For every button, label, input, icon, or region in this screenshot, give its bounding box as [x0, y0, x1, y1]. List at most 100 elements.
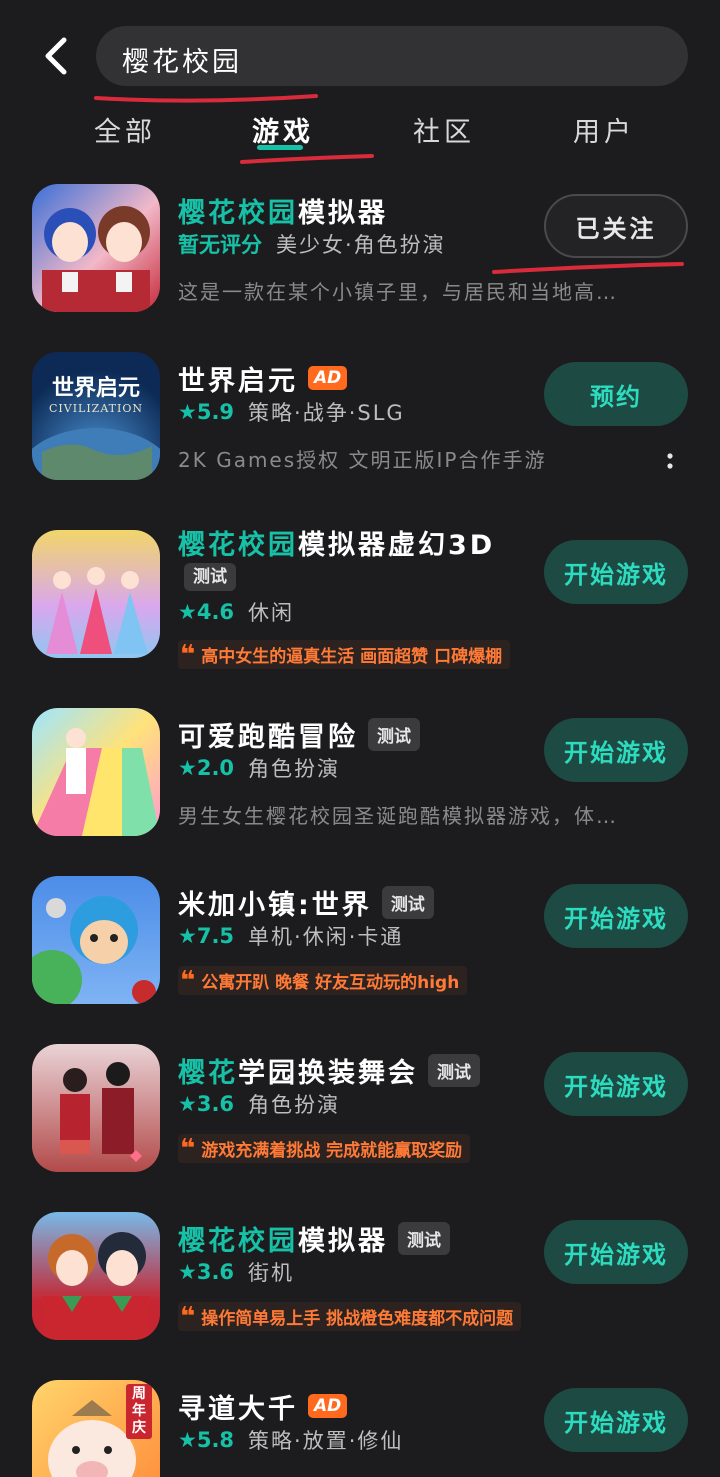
- item-title-line: 世界启元 AD: [178, 358, 348, 398]
- start-game-button[interactable]: 开始游戏: [544, 1388, 688, 1452]
- item-tags: 休闲: [248, 601, 295, 625]
- item-title: 樱花校园模拟器虚幻3D: [178, 523, 495, 562]
- ad-badge: AD: [308, 366, 348, 390]
- rating: ★4.6: [178, 600, 235, 624]
- back-arrow-icon[interactable]: [38, 36, 78, 76]
- tab-community[interactable]: 社区: [413, 110, 475, 149]
- quote-icon: ❝: [180, 965, 196, 996]
- title-highlight: 樱花: [178, 1057, 238, 1089]
- item-meta: 暂无评分 美少女·角色扮演: [178, 228, 446, 260]
- item-title-line: 樱花校园模拟器 测试: [178, 1218, 450, 1258]
- rating: ★7.5: [178, 924, 235, 948]
- title-highlight: 樱花校园: [178, 529, 298, 561]
- tab-indicator: [257, 145, 303, 150]
- tab-games[interactable]: 游戏: [252, 110, 314, 149]
- start-game-button[interactable]: 开始游戏: [544, 1052, 688, 1116]
- item-quote: ❝ 公寓开趴 晚餐 好友互动玩的high: [178, 965, 468, 996]
- test-badge: 测试: [428, 1053, 480, 1087]
- title-highlight: 樱花校园: [178, 1225, 298, 1257]
- globe-icon: 世界启元 CIVILIZATION: [32, 352, 160, 480]
- item-description: 男生女生樱花校园圣诞跑酷模拟器游戏，体…: [178, 804, 618, 828]
- item-title: 樱花校园模拟器: [178, 191, 388, 230]
- test-badge: 测试: [184, 563, 236, 591]
- item-title-line: 可爱跑酷冒险 测试: [178, 714, 420, 754]
- list-item[interactable]: 周年庆 寻道大千 AD ★5.8 策略·放置·修仙 开始游戏: [0, 1374, 720, 1477]
- quote-icon: ❝: [180, 1301, 196, 1332]
- item-title-line: 米加小镇:世界 测试: [178, 882, 434, 922]
- more-options-icon[interactable]: [664, 450, 676, 474]
- item-title: 寻道大千: [178, 1393, 298, 1425]
- princess-dresses-icon: [32, 530, 160, 658]
- ad-badge: AD: [308, 1394, 348, 1418]
- start-game-button[interactable]: 开始游戏: [544, 540, 688, 604]
- category-tabs: 全部 游戏 社区 用户: [0, 100, 720, 162]
- title-rest: 模拟器虚幻3D: [298, 529, 496, 561]
- item-title-line: 寻道大千 AD: [178, 1386, 348, 1426]
- list-item[interactable]: 米加小镇:世界 测试 ★7.5 单机·休闲·卡通 ❝ 公寓开趴 晚餐 好友互动玩…: [0, 870, 720, 1030]
- test-badge: 测试: [381, 885, 434, 919]
- quote-icon: ❝: [180, 639, 196, 670]
- item-quote: ❝ 高中女生的逼真生活 画面超赞 口碑爆棚: [178, 639, 511, 670]
- item-meta: ★5.9 策略·战争·SLG: [178, 396, 405, 428]
- rating: ★3.6: [178, 1092, 235, 1116]
- item-tags: 策略·放置·修仙: [248, 1429, 404, 1453]
- quote-icon: ❝: [180, 1133, 196, 1164]
- item-title: 樱花校园模拟器: [178, 1219, 388, 1258]
- pig-character-icon: 周年庆: [32, 1380, 160, 1477]
- anime-girls-icon: [32, 184, 160, 312]
- search-input[interactable]: 樱花校园: [96, 26, 688, 86]
- rainbow-runner-icon: [32, 708, 160, 836]
- item-title: 世界启元: [178, 365, 298, 397]
- list-item[interactable]: 樱花校园模拟器 暂无评分 美少女·角色扮演 这是一款在某个小镇子里，与居民和当地…: [0, 176, 720, 336]
- title-rest: 模拟器: [298, 1225, 388, 1257]
- rating: ★2.0: [178, 756, 235, 780]
- item-meta: ★3.6 街机: [178, 1256, 294, 1288]
- cartoon-kid-icon: [32, 876, 160, 1004]
- search-query: 樱花校园: [122, 47, 242, 78]
- item-description: 2K Games授权 文明正版IP合作手游: [178, 448, 547, 472]
- list-item[interactable]: 世界启元 CIVILIZATION 世界启元 AD ★5.9 策略·战争·SLG…: [0, 344, 720, 504]
- item-badge-row: 测试: [184, 562, 236, 591]
- rating: ★5.8: [178, 1428, 235, 1452]
- tab-users[interactable]: 用户: [573, 110, 635, 149]
- item-title: 米加小镇:世界: [178, 889, 372, 921]
- item-meta: ★5.8 策略·放置·修仙: [178, 1424, 403, 1456]
- anime-students-icon: [32, 1212, 160, 1340]
- start-game-button[interactable]: 开始游戏: [544, 884, 688, 948]
- item-title-line: 樱花校园模拟器: [178, 190, 388, 230]
- start-game-button[interactable]: 开始游戏: [544, 718, 688, 782]
- item-title: 樱花学园换装舞会: [178, 1051, 418, 1090]
- top-bar: 樱花校园: [0, 0, 720, 100]
- list-item[interactable]: 可爱跑酷冒险 测试 ★2.0 角色扮演 男生女生樱花校园圣诞跑酷模拟器游戏，体……: [0, 702, 720, 862]
- test-badge: 测试: [398, 1221, 450, 1255]
- quote-text: 游戏充满着挑战 完成就能赢取奖励: [201, 1141, 463, 1161]
- item-tags: 街机: [248, 1261, 295, 1285]
- title-highlight: 樱花校园: [178, 197, 298, 229]
- item-meta: ★4.6 休闲: [178, 596, 294, 628]
- list-item[interactable]: 樱花校园模拟器虚幻3D 测试 ★4.6 休闲 ❝ 高中女生的逼真生活 画面超赞 …: [0, 522, 720, 682]
- list-item[interactable]: 樱花学园换装舞会 测试 ★3.6 角色扮演 ❝ 游戏充满着挑战 完成就能赢取奖励…: [0, 1038, 720, 1198]
- item-tags: 策略·战争·SLG: [248, 401, 405, 425]
- quote-text: 高中女生的逼真生活 画面超赞 口碑爆棚: [201, 647, 503, 667]
- test-badge: 测试: [368, 717, 420, 751]
- followed-button[interactable]: 已关注: [544, 194, 688, 258]
- quote-text: 操作简单易上手 挑战橙色难度都不成问题: [201, 1309, 514, 1329]
- anniversary-label: 周年庆: [126, 1384, 152, 1439]
- title-rest: 学园换装舞会: [238, 1057, 418, 1089]
- item-meta: ★2.0 角色扮演: [178, 752, 340, 784]
- tab-all[interactable]: 全部: [94, 110, 156, 149]
- title-rest: 模拟器: [298, 197, 388, 229]
- item-description: 这是一款在某个小镇子里，与居民和当地高…: [178, 280, 618, 304]
- item-meta: ★3.6 角色扮演: [178, 1088, 340, 1120]
- item-tags: 单机·休闲·卡通: [248, 925, 404, 949]
- item-quote: ❝ 操作简单易上手 挑战橙色难度都不成问题: [178, 1301, 522, 1332]
- rating: ★5.9: [178, 400, 235, 424]
- item-title: 可爱跑酷冒险: [178, 721, 358, 753]
- item-tags: 美少女·角色扮演: [276, 233, 446, 257]
- reserve-button[interactable]: 预约: [544, 362, 688, 426]
- rating-label: 暂无评分: [178, 233, 262, 257]
- item-tags: 角色扮演: [248, 757, 341, 781]
- list-item[interactable]: 樱花校园模拟器 测试 ★3.6 街机 ❝ 操作简单易上手 挑战橙色难度都不成问题…: [0, 1206, 720, 1366]
- start-game-button[interactable]: 开始游戏: [544, 1220, 688, 1284]
- quote-text: 公寓开趴 晚餐 好友互动玩的high: [201, 973, 460, 993]
